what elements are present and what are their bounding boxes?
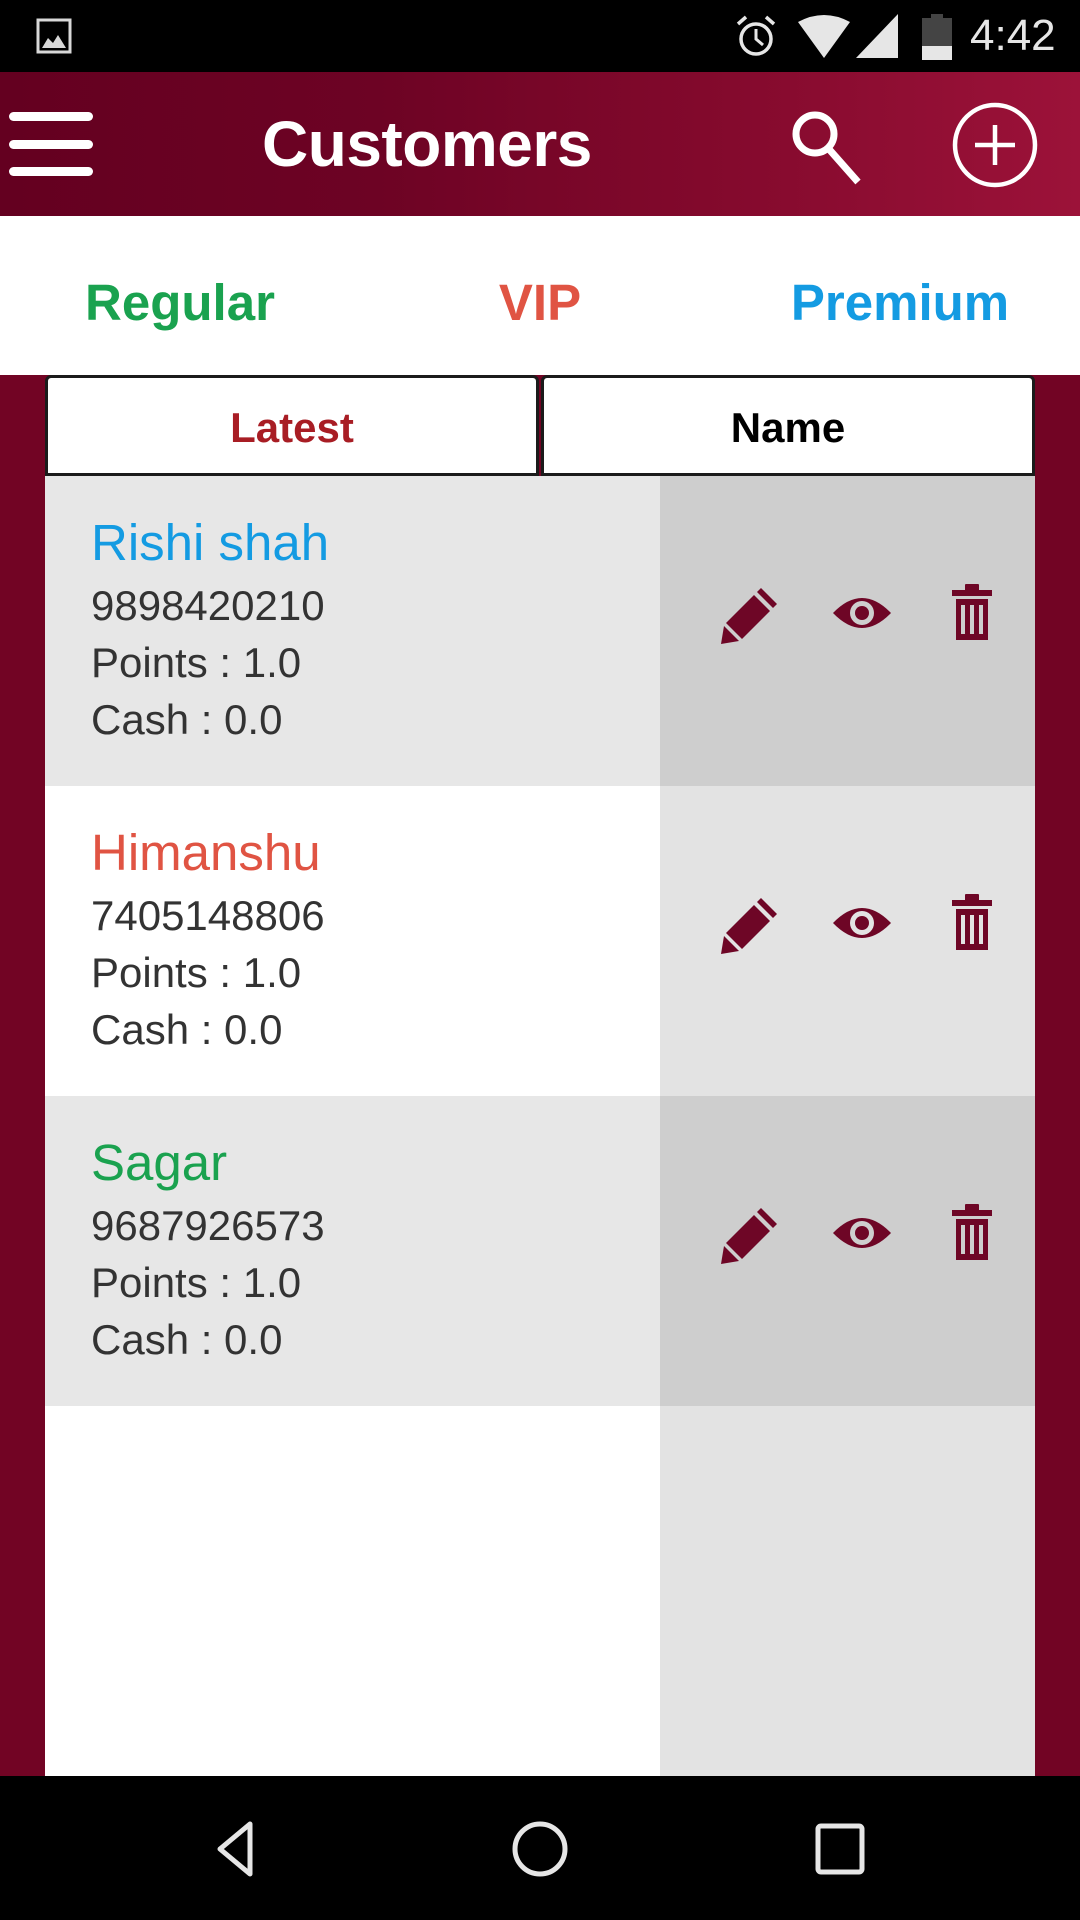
edit-pencil-icon	[721, 898, 777, 954]
recents-icon	[815, 1823, 865, 1875]
battery-icon	[922, 14, 952, 60]
customer-name: Rishi shah	[91, 514, 330, 571]
tab-regular[interactable]: Regular	[0, 216, 360, 375]
customer-actions	[660, 476, 1035, 786]
customer-points: Points : 1.0	[91, 949, 302, 996]
customer-cash: Cash : 0.0	[91, 696, 283, 743]
view-eye-icon	[833, 908, 891, 938]
system-nav-bar	[0, 1776, 1080, 1920]
sort-options: Latest Name	[45, 375, 1035, 476]
customer-row[interactable]: Sagar 9687926573 Points : 1.0 Cash : 0.0	[45, 1096, 1035, 1406]
edit-pencil-icon	[721, 1208, 777, 1264]
hamburger-menu-icon[interactable]	[6, 108, 96, 180]
view-customer-button[interactable]	[827, 1198, 897, 1268]
view-eye-icon	[833, 1218, 891, 1248]
delete-trash-icon	[952, 894, 992, 950]
customer-actions	[660, 786, 1035, 1096]
customer-info: Rishi shah 9898420210 Points : 1.0 Cash …	[45, 476, 660, 786]
edit-pencil-icon	[721, 588, 777, 644]
customer-actions	[660, 1096, 1035, 1406]
customer-phone: 9687926573	[91, 1202, 325, 1249]
sort-name-button[interactable]: Name	[541, 375, 1035, 476]
status-bar: 4:42	[0, 0, 1080, 72]
delete-trash-icon	[952, 584, 992, 640]
home-icon	[512, 1821, 568, 1877]
gallery-notification-icon	[36, 18, 72, 54]
view-customer-button[interactable]	[827, 888, 897, 958]
back-icon	[217, 1821, 253, 1877]
status-time: 4:42	[970, 11, 1056, 60]
search-icon	[792, 111, 861, 185]
delete-customer-button[interactable]	[937, 1198, 1007, 1268]
alarm-icon	[736, 15, 776, 56]
app-header: Customers	[0, 72, 1080, 216]
customer-row[interactable]: Rishi shah 9898420210 Points : 1.0 Cash …	[45, 476, 1035, 786]
customer-phone: 7405148806	[91, 892, 325, 939]
add-customer-button[interactable]	[948, 98, 1042, 192]
edit-customer-button[interactable]	[717, 1198, 787, 1268]
recents-button[interactable]	[805, 1814, 875, 1884]
delete-customer-button[interactable]	[937, 578, 1007, 648]
tab-premium[interactable]: Premium	[720, 216, 1080, 375]
wifi-icon	[798, 15, 850, 58]
customer-row[interactable]: Himanshu 7405148806 Points : 1.0 Cash : …	[45, 786, 1035, 1096]
customer-phone: 9898420210	[91, 582, 325, 629]
customer-cash: Cash : 0.0	[91, 1316, 283, 1363]
home-button[interactable]	[505, 1814, 575, 1884]
view-eye-icon	[833, 598, 891, 628]
search-button[interactable]	[780, 102, 870, 192]
customer-info: Himanshu 7405148806 Points : 1.0 Cash : …	[45, 786, 660, 1096]
cell-signal-icon	[856, 14, 898, 58]
customer-category-tabs: Regular VIP Premium	[0, 216, 1080, 375]
view-customer-button[interactable]	[827, 578, 897, 648]
customer-name: Sagar	[91, 1134, 228, 1191]
sort-latest-button[interactable]: Latest	[45, 375, 539, 476]
customer-name: Himanshu	[91, 824, 321, 881]
edit-customer-button[interactable]	[717, 888, 787, 958]
back-button[interactable]	[206, 1814, 276, 1884]
add-circle-icon	[952, 102, 1038, 188]
customer-points: Points : 1.0	[91, 639, 302, 686]
customer-info: Sagar 9687926573 Points : 1.0 Cash : 0.0	[45, 1096, 660, 1406]
tab-vip[interactable]: VIP	[360, 216, 720, 375]
page-title: Customers	[262, 108, 592, 180]
customer-list: Rishi shah 9898420210 Points : 1.0 Cash …	[45, 476, 1035, 1776]
customer-cash: Cash : 0.0	[91, 1006, 283, 1053]
customer-list-container: Latest Name Rishi shah 9898420210 Points…	[0, 375, 1080, 1776]
delete-customer-button[interactable]	[937, 888, 1007, 958]
delete-trash-icon	[952, 1204, 992, 1260]
customer-points: Points : 1.0	[91, 1259, 302, 1306]
edit-customer-button[interactable]	[717, 578, 787, 648]
